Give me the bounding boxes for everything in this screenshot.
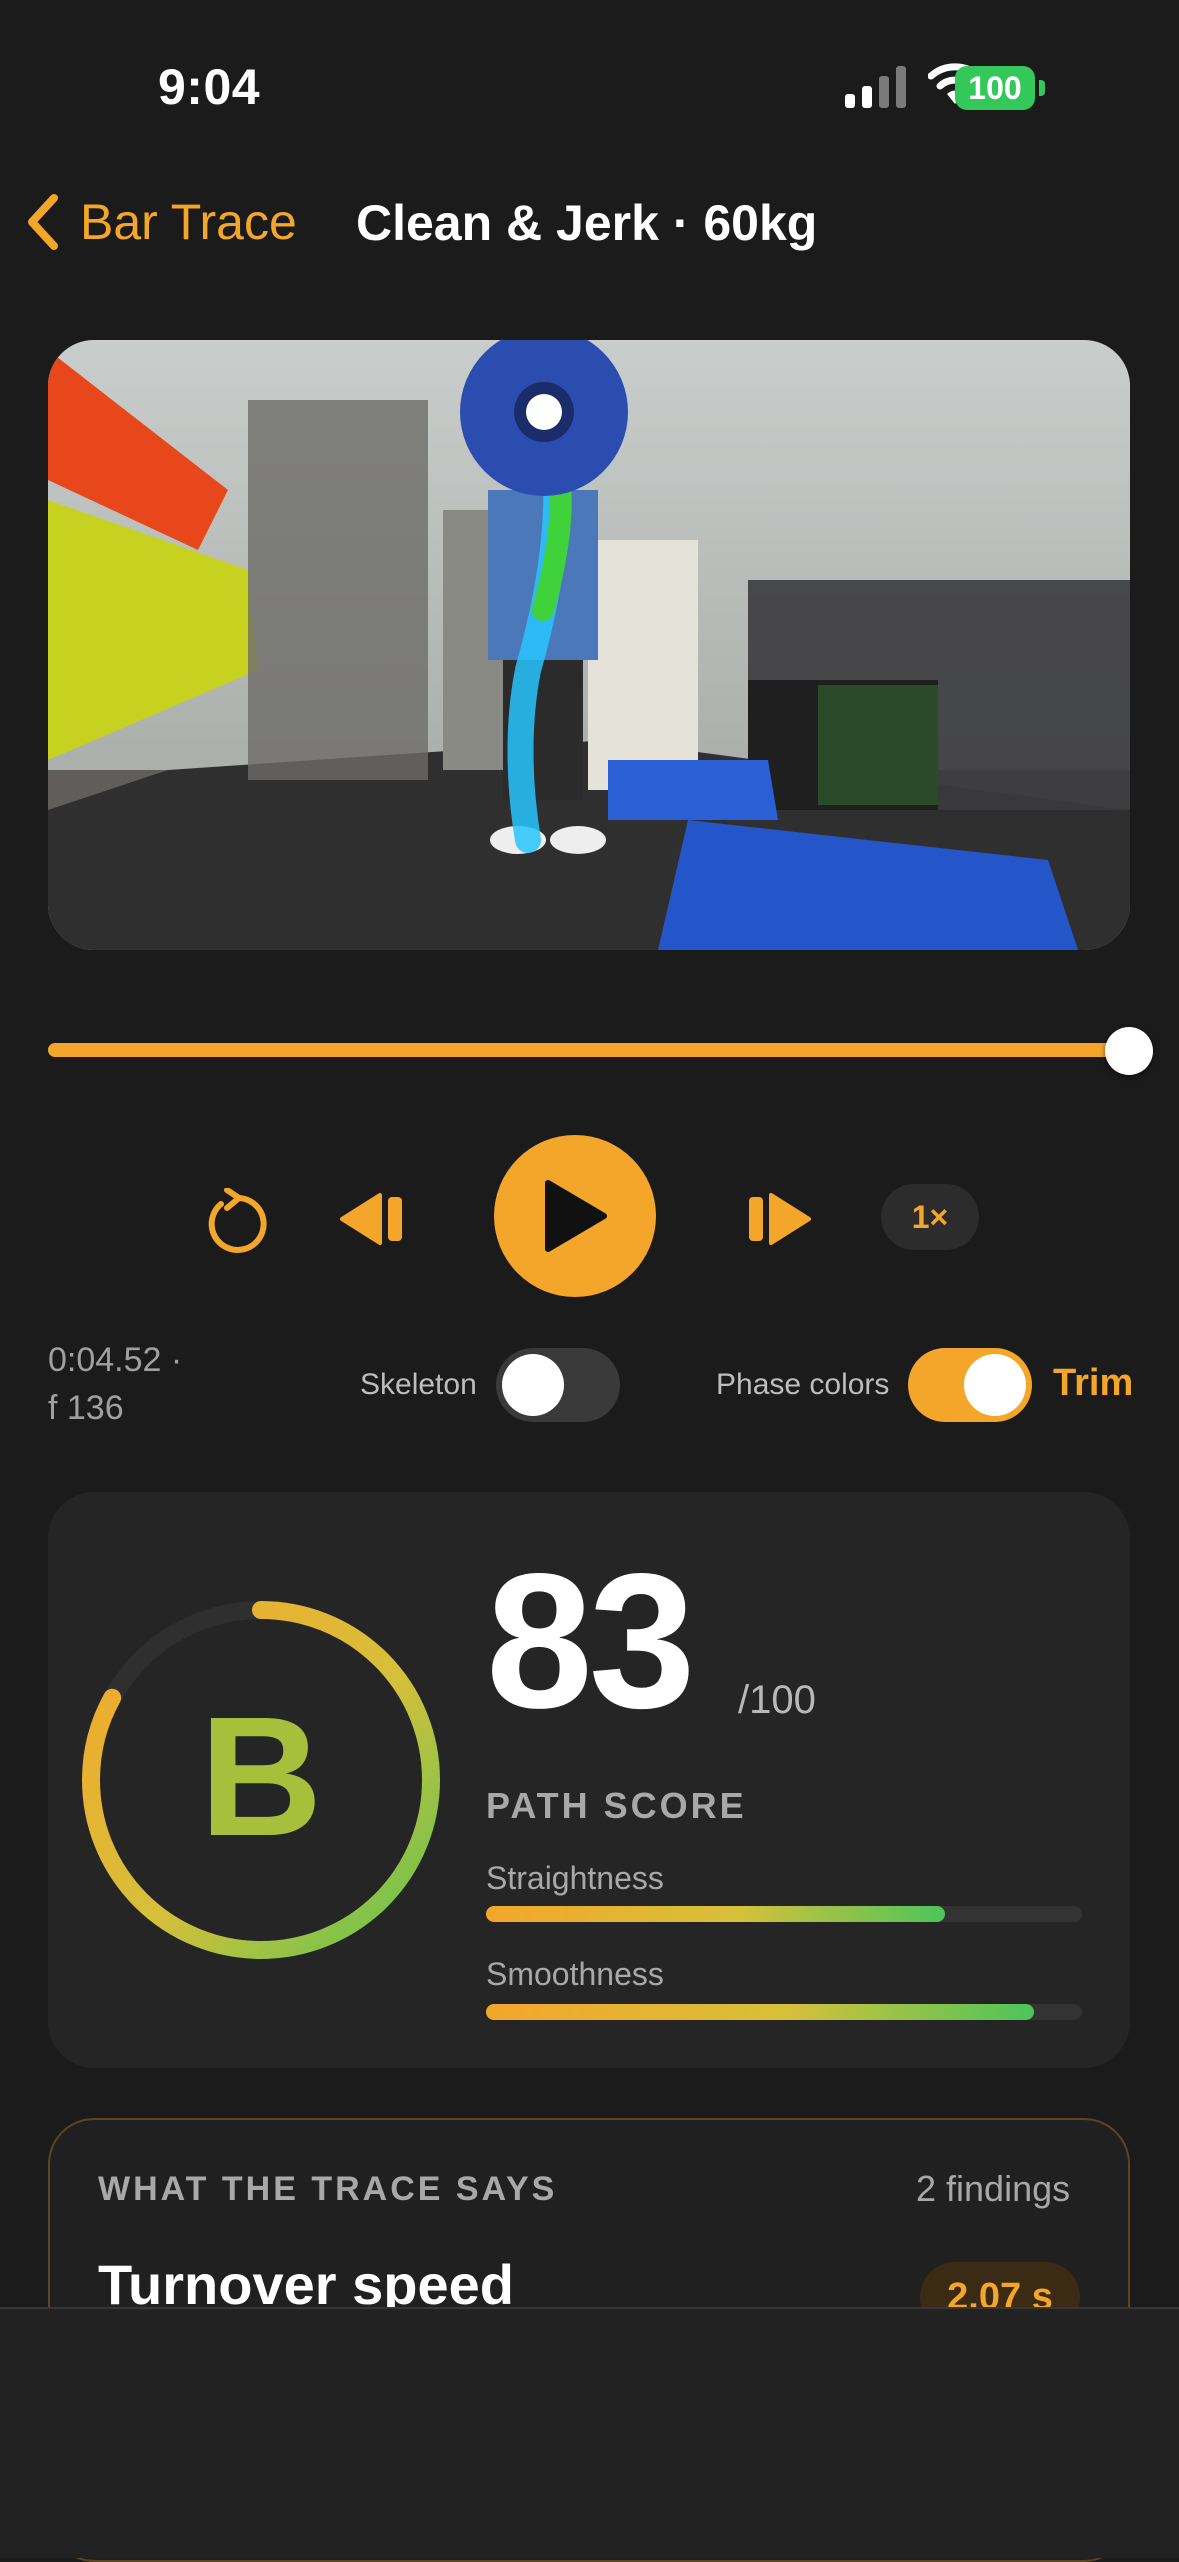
findings-title: WHAT THE TRACE SAYS	[98, 2170, 558, 2208]
playback-scrubber-thumb[interactable]	[1105, 1027, 1153, 1075]
battery-level: 100	[968, 69, 1022, 106]
score-ring: B	[82, 1601, 440, 1959]
status-time: 9:04	[158, 59, 261, 115]
battery-indicator: 100	[955, 66, 1047, 110]
back-button[interactable]: Bar Trace	[22, 192, 297, 252]
metric-straightness-fill	[486, 1906, 945, 1922]
timecode: 0:04.52 · f 136	[48, 1336, 182, 1432]
findings-count: 2 findings	[916, 2168, 1071, 2209]
playback-scrubber-track[interactable]	[48, 1043, 1130, 1057]
metric-smoothness-fill	[486, 2004, 1035, 2020]
metric-smoothness-bar	[486, 2004, 1082, 2020]
restart-icon	[208, 1188, 267, 1253]
step-forward-icon	[749, 1193, 811, 1245]
metric-straightness-bar	[486, 1906, 1082, 1922]
metric-smoothness-label: Smoothness	[486, 1956, 664, 1992]
step-backward-icon	[340, 1193, 402, 1245]
playback-speed-button[interactable]: 1×	[881, 1184, 979, 1250]
score-label: PATH SCORE	[486, 1785, 747, 1826]
chevron-left-icon	[28, 194, 58, 250]
cellular-signal-icon	[845, 66, 906, 108]
bottom-sheet	[0, 2307, 1179, 2558]
score-value: 83	[486, 1533, 696, 1748]
video-player[interactable]	[48, 340, 1130, 950]
metric-straightness-label: Straightness	[486, 1860, 664, 1896]
skeleton-toggle[interactable]	[496, 1348, 620, 1422]
toggle-knob	[964, 1354, 1026, 1416]
toggle-knob	[502, 1354, 564, 1416]
back-label: Bar Trace	[80, 194, 297, 250]
timecode-frame: f 136	[48, 1389, 124, 1427]
page-title: Clean & Jerk · 60kg	[356, 195, 818, 251]
timecode-time: 0:04.52 ·	[48, 1341, 183, 1379]
grade-letter: B	[200, 1682, 323, 1872]
video-frame-image	[48, 340, 1130, 950]
play-button[interactable]	[494, 1135, 656, 1297]
restart-button[interactable]	[200, 1186, 270, 1256]
trim-button[interactable]: Trim	[1053, 1362, 1133, 1405]
score-denominator: /100	[738, 1678, 816, 1722]
step-forward-button[interactable]	[745, 1186, 815, 1252]
step-back-button[interactable]	[336, 1186, 406, 1252]
phase-colors-label: Phase colors	[716, 1368, 890, 1401]
skeleton-label: Skeleton	[360, 1368, 477, 1401]
play-icon	[545, 1180, 607, 1252]
phase-colors-toggle[interactable]	[908, 1348, 1032, 1422]
